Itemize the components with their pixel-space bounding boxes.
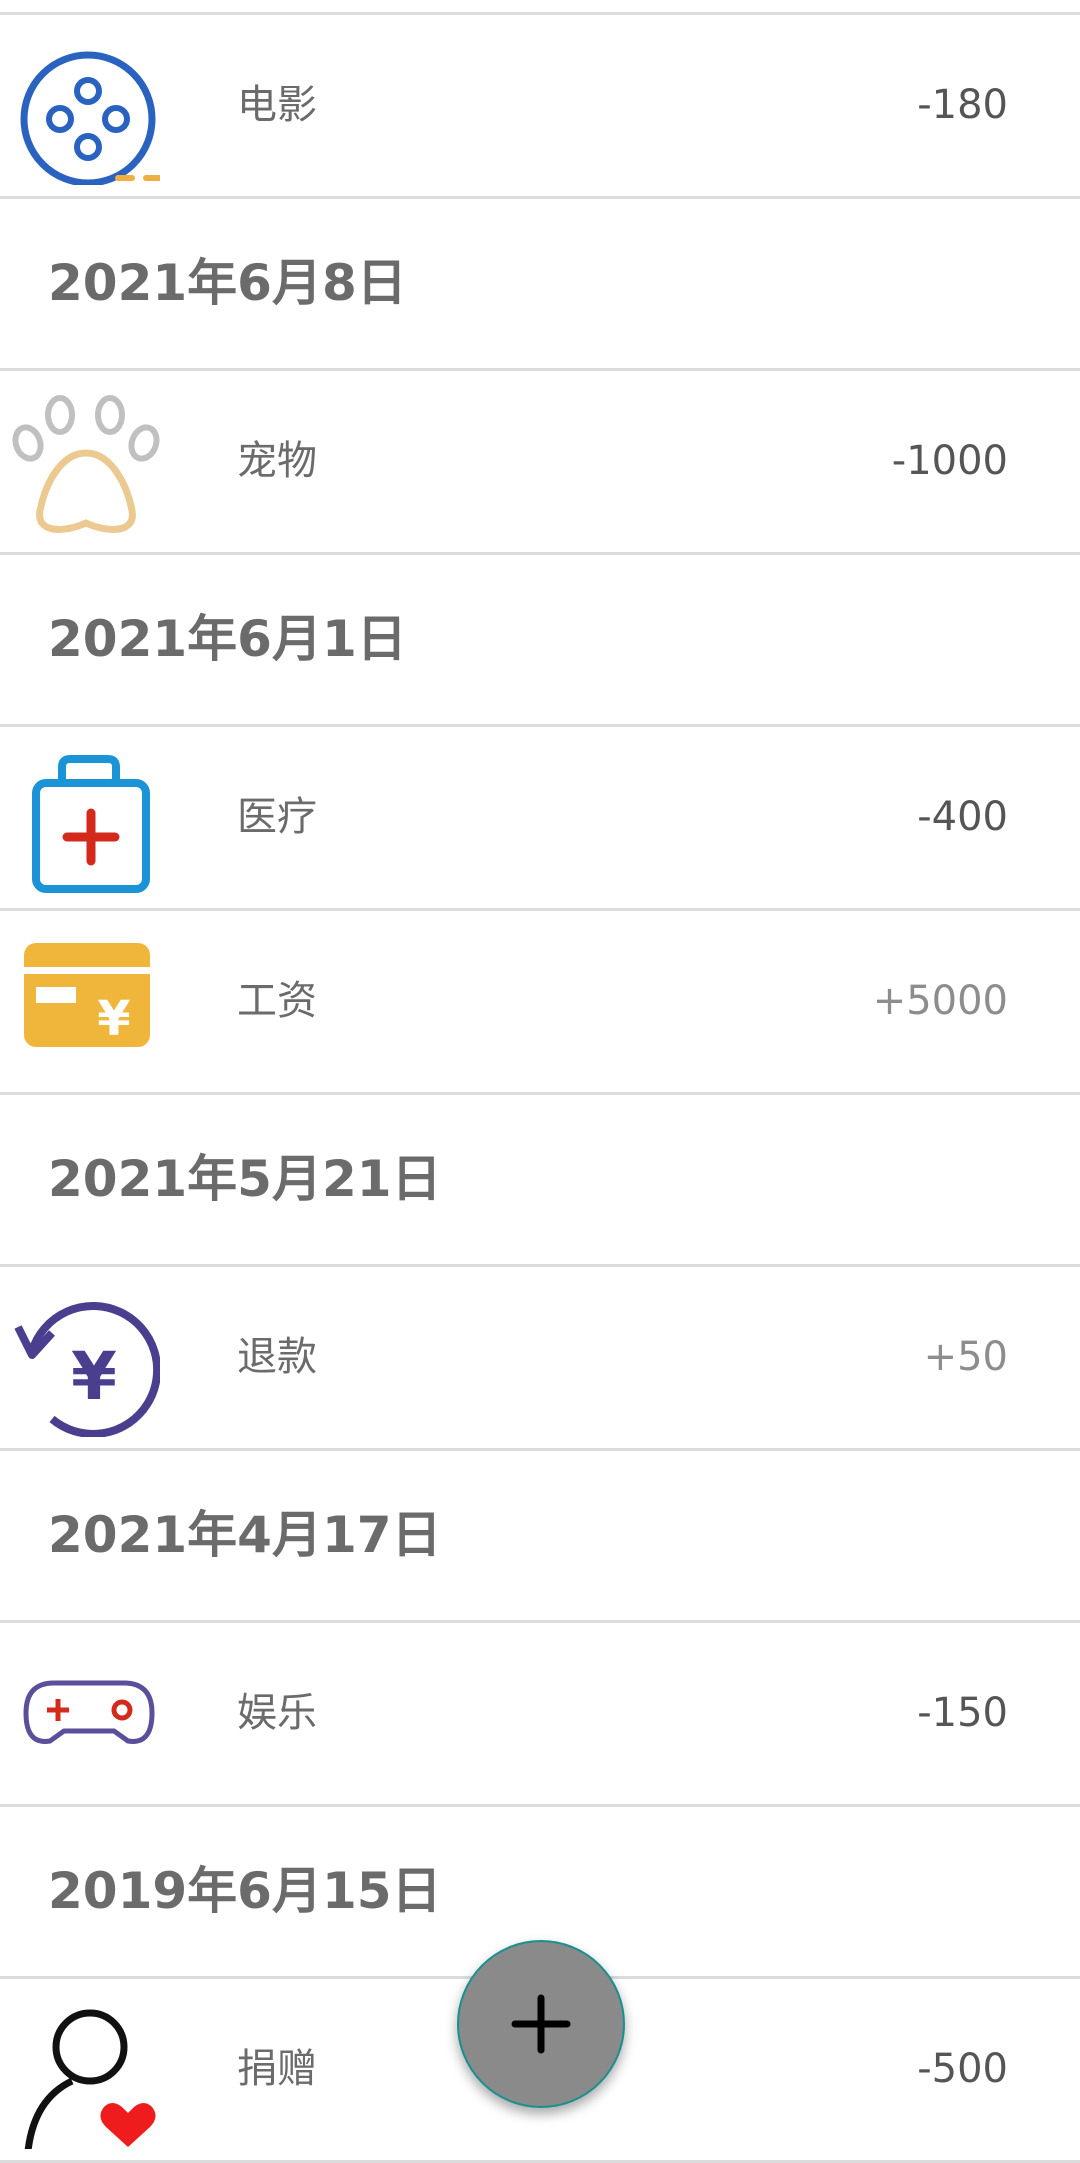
category-label: 退款 <box>237 1334 317 1380</box>
amount-value: -150 <box>917 1690 1008 1736</box>
gamepad-icon <box>23 1680 155 1744</box>
date-label: 2019年6月15日 <box>48 1862 442 1920</box>
svg-text:¥: ¥ <box>71 1338 117 1415</box>
date-label: 2021年5月21日 <box>48 1150 442 1208</box>
svg-text:¥: ¥ <box>97 991 130 1047</box>
film-reel-icon <box>20 51 160 185</box>
amount-value: -1000 <box>891 438 1008 484</box>
amount-value: -400 <box>917 794 1008 840</box>
divider <box>0 0 1080 15</box>
transaction-list: 电影 -180 2021年6月8日 宠物 -1000 2021年6月1日 医疗 … <box>0 0 1080 2163</box>
transaction-row[interactable]: ¥ 退款 +50 <box>0 1267 1080 1451</box>
category-label: 娱乐 <box>237 1690 317 1736</box>
amount-value: +50 <box>923 1334 1008 1380</box>
category-label: 宠物 <box>237 438 317 484</box>
transaction-row[interactable]: ¥ 工资 +5000 <box>0 911 1080 1095</box>
category-label: 电影 <box>237 82 317 128</box>
amount-value: -180 <box>917 82 1008 128</box>
date-header: 2021年5月21日 <box>0 1095 1080 1267</box>
date-header: 2021年6月8日 <box>0 199 1080 371</box>
category-label: 捐赠 <box>237 2046 317 2092</box>
date-label: 2021年4月17日 <box>48 1506 442 1564</box>
amount-value: +5000 <box>872 978 1008 1024</box>
refund-icon: ¥ <box>14 1302 160 1437</box>
add-record-button[interactable] <box>457 1940 625 2108</box>
transaction-row[interactable]: 电影 -180 <box>0 15 1080 199</box>
plus-icon <box>511 1994 571 2054</box>
amount-value: -500 <box>917 2046 1008 2092</box>
salary-card-icon: ¥ <box>24 943 150 1047</box>
date-label: 2021年6月8日 <box>48 254 407 312</box>
transaction-row[interactable]: 宠物 -1000 <box>0 371 1080 555</box>
medical-kit-icon <box>32 755 150 893</box>
category-label: 工资 <box>237 978 317 1024</box>
transaction-row[interactable]: 娱乐 -150 <box>0 1623 1080 1807</box>
donation-icon <box>24 2009 156 2149</box>
date-label: 2021年6月1日 <box>48 610 407 668</box>
transaction-row[interactable]: 医疗 -400 <box>0 727 1080 911</box>
date-header: 2021年6月1日 <box>0 555 1080 727</box>
date-header: 2021年4月17日 <box>0 1451 1080 1623</box>
category-label: 医疗 <box>237 794 317 840</box>
paw-icon <box>12 395 160 533</box>
